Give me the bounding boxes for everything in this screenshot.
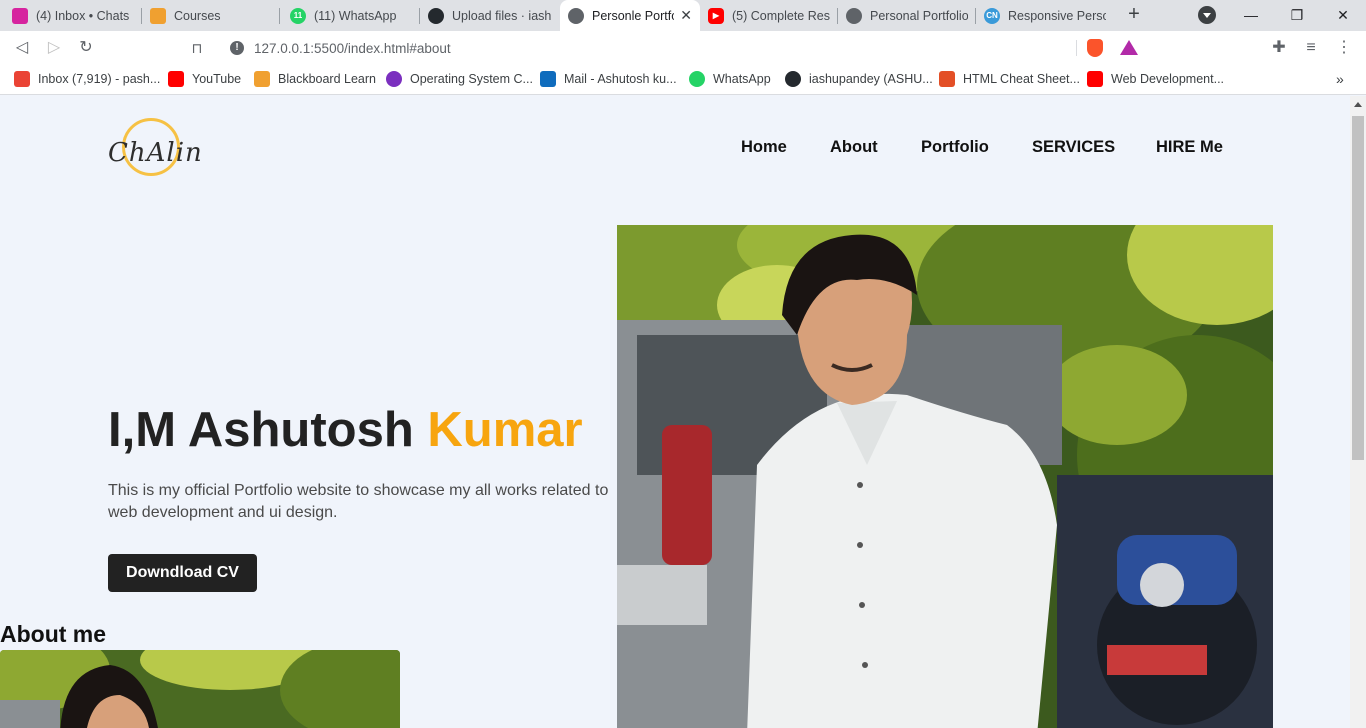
window-close-icon[interactable]: ✕ bbox=[1320, 4, 1366, 26]
tab-title: (4) Inbox • Chats bbox=[36, 8, 130, 23]
nav-about[interactable]: About bbox=[830, 138, 878, 157]
course-icon bbox=[386, 71, 402, 87]
forward-icon[interactable]: ▷ bbox=[43, 37, 65, 59]
tab-title: Upload files · iashupandey bbox=[452, 8, 552, 23]
site-info-icon[interactable]: ! bbox=[230, 41, 244, 55]
minimize-icon[interactable]: — bbox=[1228, 4, 1274, 26]
tab-title: Personal Portfolio Website bbox=[870, 8, 968, 23]
hero-title-main: I,M Ashutosh bbox=[108, 403, 428, 457]
tab-search-icon[interactable] bbox=[1198, 6, 1216, 24]
tab-title: Personle Portfolio bbox=[592, 8, 674, 23]
codingninjas-icon: CN bbox=[984, 7, 1000, 24]
profile-photo bbox=[617, 225, 1273, 728]
menu-icon[interactable]: ⋮ bbox=[1333, 37, 1355, 59]
bookmark-label: Operating System C... bbox=[410, 72, 533, 86]
hero-title: I,M Ashutosh Kumar bbox=[108, 402, 583, 458]
bookmark-label: Mail - Ashutosh ku... bbox=[564, 72, 677, 86]
github-icon bbox=[428, 7, 444, 24]
bookmark-icon[interactable]: ⊓ bbox=[186, 37, 208, 59]
bookmark-item[interactable]: iashupandey (ASHU... bbox=[785, 71, 933, 87]
reload-icon[interactable]: ↻ bbox=[75, 37, 97, 59]
tab-title: (5) Complete Responsive bbox=[732, 8, 830, 23]
gmail-icon bbox=[14, 71, 30, 87]
bookmark-label: Inbox (7,919) - pash... bbox=[38, 72, 161, 86]
about-photo bbox=[0, 650, 400, 728]
back-icon[interactable]: ◁ bbox=[11, 37, 33, 59]
hero-description: This is my official Portfolio website to… bbox=[108, 482, 609, 521]
bookmark-label: YouTube bbox=[192, 72, 242, 86]
hero-title-accent: Kumar bbox=[427, 403, 583, 457]
browser-tab[interactable]: ▶ (5) Complete Responsive bbox=[700, 0, 838, 31]
page-scrollbar[interactable] bbox=[1350, 96, 1366, 728]
scrollbar-thumb[interactable] bbox=[1352, 116, 1364, 460]
bookmark-item[interactable]: HTML Cheat Sheet... bbox=[939, 71, 1080, 87]
youtube-icon bbox=[168, 71, 184, 87]
blackboard-icon bbox=[254, 71, 270, 87]
browser-tab-active[interactable]: Personle Portfolio ✕ bbox=[560, 0, 700, 31]
brave-shields-icon[interactable] bbox=[1087, 39, 1103, 57]
more-bookmarks-icon[interactable]: » bbox=[1336, 71, 1344, 87]
browser-tab[interactable]: Upload files · iashupandey bbox=[420, 0, 560, 31]
tab-title: (11) WhatsApp bbox=[314, 8, 397, 23]
bookmark-item[interactable]: Blackboard Learn bbox=[254, 71, 376, 87]
instagram-icon bbox=[12, 7, 28, 24]
globe-icon bbox=[568, 7, 584, 24]
download-cv-button[interactable]: Downdload CV bbox=[108, 554, 257, 592]
globe-icon bbox=[846, 7, 862, 24]
whatsapp-icon: 11 bbox=[290, 7, 306, 24]
bookmark-label: WhatsApp bbox=[713, 72, 771, 86]
address-bar[interactable]: ! 127.0.0.1:5500/index.html#about bbox=[220, 34, 1146, 62]
github-icon bbox=[785, 71, 801, 87]
browser-tab[interactable]: Personal Portfolio Website bbox=[838, 0, 976, 31]
youtube-icon bbox=[1087, 71, 1103, 87]
browser-tab[interactable]: Courses bbox=[142, 0, 280, 31]
bookmarks-bar: Inbox (7,919) - pash... YouTube Blackboa… bbox=[0, 65, 1366, 95]
bookmark-label: Web Development... bbox=[1111, 72, 1225, 86]
browser-tab[interactable]: (4) Inbox • Chats bbox=[4, 0, 142, 31]
url-text[interactable]: 127.0.0.1:5500/index.html#about bbox=[254, 41, 451, 56]
browser-toolbar: ◁ ▷ ↻ ⊓ ! 127.0.0.1:5500/index.html#abou… bbox=[0, 31, 1366, 65]
brave-rewards-icon[interactable] bbox=[1120, 40, 1138, 55]
omnibox-divider bbox=[1076, 40, 1077, 56]
whatsapp-icon bbox=[689, 71, 705, 87]
profile-photo-image bbox=[617, 225, 1273, 728]
html5-icon bbox=[939, 71, 955, 87]
blackboard-icon bbox=[150, 7, 166, 24]
media-controls-icon[interactable]: ≡ bbox=[1300, 37, 1322, 59]
outlook-icon bbox=[540, 71, 556, 87]
youtube-icon: ▶ bbox=[708, 7, 724, 24]
close-tab-icon[interactable]: ✕ bbox=[680, 7, 692, 24]
about-photo-image bbox=[0, 650, 400, 728]
bookmark-label: Blackboard Learn bbox=[278, 72, 376, 86]
nav-home[interactable]: Home bbox=[741, 138, 787, 157]
logo-text: ChAlin bbox=[108, 138, 203, 168]
bookmark-item[interactable]: YouTube bbox=[168, 71, 241, 87]
bookmark-item[interactable]: WhatsApp bbox=[689, 71, 771, 87]
restore-icon[interactable]: ❐ bbox=[1274, 4, 1320, 26]
nav-services[interactable]: SERVICES bbox=[1032, 138, 1115, 157]
tab-title: Courses bbox=[174, 8, 221, 23]
extensions-icon[interactable]: ✚ bbox=[1268, 37, 1290, 59]
bookmark-item[interactable]: Web Development... bbox=[1087, 71, 1224, 87]
tab-title: Responsive Personal bbox=[1008, 8, 1106, 23]
bookmark-item[interactable]: Inbox (7,919) - pash... bbox=[14, 71, 160, 87]
browser-tab[interactable]: 11 (11) WhatsApp bbox=[282, 0, 420, 31]
browser-tab-strip: (4) Inbox • Chats Courses 11 (11) WhatsA… bbox=[0, 0, 1366, 31]
browser-tab[interactable]: CN Responsive Personal bbox=[976, 0, 1114, 31]
bookmark-item[interactable]: Operating System C... bbox=[386, 71, 533, 87]
scroll-up-icon[interactable] bbox=[1354, 102, 1362, 107]
bookmark-item[interactable]: Mail - Ashutosh ku... bbox=[540, 71, 677, 87]
new-tab-button[interactable]: + bbox=[1123, 4, 1145, 26]
bookmark-label: iashupandey (ASHU... bbox=[809, 72, 933, 86]
about-heading: About me bbox=[0, 621, 107, 647]
site-logo[interactable]: ChAlin bbox=[108, 116, 218, 182]
bookmark-label: HTML Cheat Sheet... bbox=[963, 72, 1080, 86]
nav-hire-me[interactable]: HIRE Me bbox=[1156, 138, 1223, 157]
nav-portfolio[interactable]: Portfolio bbox=[921, 138, 989, 157]
page-viewport: ChAlin Home About Portfolio SERVICES HIR… bbox=[0, 96, 1350, 728]
